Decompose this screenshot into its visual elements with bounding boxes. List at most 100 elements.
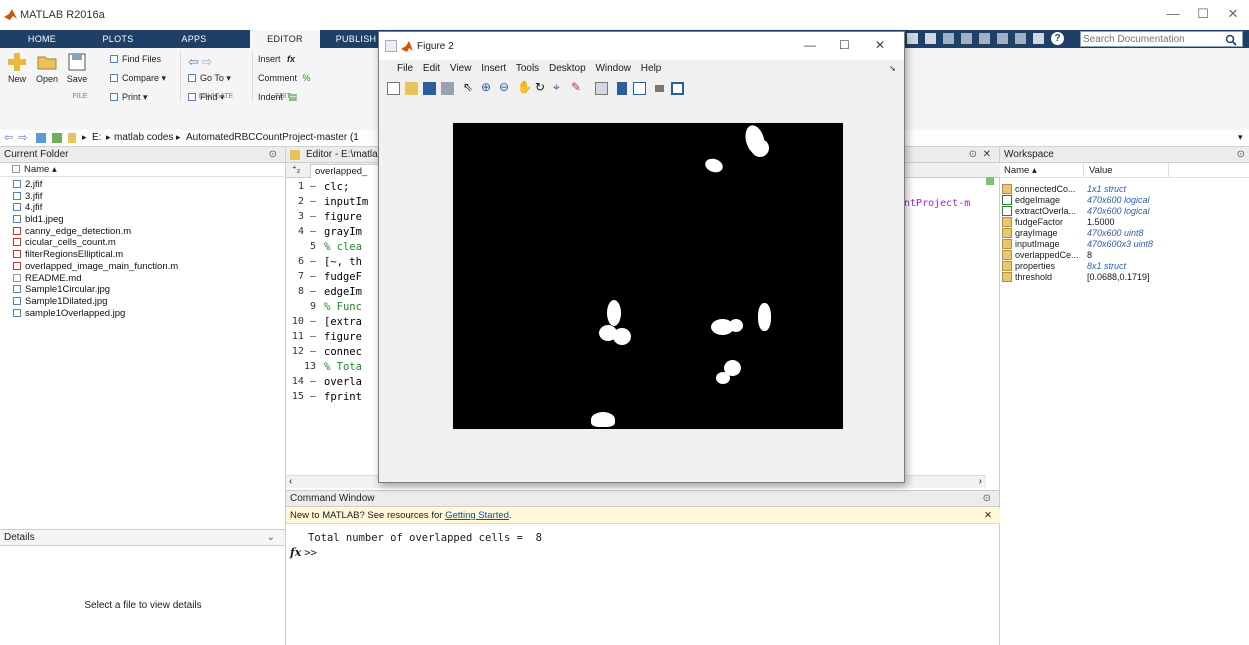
menu-tools[interactable]: Tools (516, 63, 539, 74)
find-files-button[interactable]: Find Files (110, 54, 161, 64)
legend-icon[interactable] (633, 82, 646, 95)
copy-icon[interactable] (961, 33, 972, 44)
save-button[interactable]: Save (62, 52, 92, 96)
code-line[interactable]: figure (324, 331, 362, 343)
forward-icon[interactable]: ⇨ (18, 131, 27, 144)
command-window-menu-icon[interactable]: ⊙ (983, 491, 991, 507)
menu-file[interactable]: File (397, 63, 413, 74)
open-file-icon[interactable] (405, 82, 418, 95)
save-quick-icon[interactable] (925, 33, 936, 44)
list-item[interactable]: 3.jfif (13, 191, 283, 203)
quick-access-icon[interactable] (907, 33, 918, 44)
up-folder-icon[interactable] (36, 133, 46, 143)
back-icon[interactable]: ⇦ (4, 131, 13, 144)
open-button[interactable]: Open (32, 52, 62, 96)
figure-system-icon[interactable] (385, 40, 397, 52)
getting-started-link[interactable]: Getting Started (445, 510, 509, 521)
list-item[interactable]: canny_edge_detection.m (13, 226, 283, 238)
browse-folder-icon[interactable] (52, 133, 62, 143)
code-line[interactable]: [extra (324, 316, 362, 328)
code-line[interactable]: grayIm (324, 226, 362, 238)
colorbar-icon[interactable] (617, 82, 627, 95)
search-documentation-field[interactable] (1080, 31, 1243, 47)
hide-plot-tools-icon[interactable] (655, 85, 664, 92)
path-drive[interactable]: E: (92, 132, 101, 143)
path-folder-project[interactable]: AutomatedRBCCountProject-master (1 (186, 132, 359, 143)
code-comment-line[interactable]: % Func (324, 301, 362, 313)
go-to-button[interactable]: Go To ▾ (188, 73, 231, 84)
compare-button[interactable]: Compare ▾ (110, 73, 166, 84)
insert-button[interactable]: Insert fx (258, 54, 295, 64)
new-figure-icon[interactable] (387, 82, 400, 95)
paste-icon[interactable] (979, 33, 990, 44)
workspace-menu-icon[interactable]: ⊙ (1237, 147, 1245, 163)
zoom-out-icon[interactable]: ⊖ (499, 80, 509, 94)
figure-image-axes[interactable] (453, 123, 843, 429)
brush-icon[interactable]: ✎ (571, 80, 581, 94)
close-button[interactable]: ✕ (1219, 6, 1247, 24)
new-button[interactable]: New (2, 52, 32, 96)
panel-menu-icon[interactable]: ⊙ (269, 147, 277, 163)
list-item[interactable]: cicular_cells_count.m (13, 237, 283, 249)
list-item[interactable]: 2.jfif (13, 179, 283, 191)
code-line[interactable]: inputIm (324, 196, 368, 208)
path-folder-matlab-codes[interactable]: matlab codes (114, 132, 173, 143)
save-figure-icon[interactable] (423, 82, 436, 95)
list-item[interactable]: bld1.jpeg (13, 214, 283, 226)
collapse-chevron-icon[interactable]: ⌄ (267, 530, 275, 546)
pan-icon[interactable]: ✋ (517, 80, 532, 94)
table-row[interactable]: fudgeFactor 1.5000 (1002, 217, 1247, 228)
command-prompt[interactable]: >> (304, 547, 317, 559)
comment-button[interactable]: Comment % (258, 73, 311, 83)
edit-plot-arrow-icon[interactable]: ⇖ (463, 80, 473, 94)
editor-menu-icon[interactable]: ⊙ (969, 147, 977, 163)
table-row[interactable]: inputImage 470x600x3 uint8 (1002, 239, 1247, 250)
zoom-in-icon[interactable]: ⊕ (481, 80, 491, 94)
list-item[interactable]: 4.jfif (13, 202, 283, 214)
table-row[interactable]: grayImage 470x600 uint8 (1002, 228, 1247, 239)
list-item[interactable]: README.md (13, 273, 283, 285)
table-row[interactable]: properties 8x1 struct (1002, 261, 1247, 272)
list-item[interactable]: Sample1Circular.jpg (13, 284, 283, 296)
figure-menu-dock-icon[interactable]: ➘ (889, 64, 896, 73)
forward-arrow-icon[interactable]: ⇨ (201, 54, 212, 69)
code-line[interactable]: fprint (324, 391, 362, 403)
menu-insert[interactable]: Insert (481, 63, 506, 74)
figure-maximize-button[interactable]: ☐ (839, 38, 850, 52)
tab-home[interactable]: HOME (12, 30, 72, 48)
show-plot-tools-icon[interactable] (671, 82, 684, 95)
tab-publish[interactable]: PUBLISH (326, 30, 386, 48)
rotate-3d-icon[interactable]: ↻ (535, 80, 545, 94)
back-arrow-icon[interactable]: ⇦ (188, 54, 199, 69)
new-tab-icon[interactable]: ⁺₂ (292, 164, 300, 175)
code-line[interactable]: edgeIm (324, 286, 362, 298)
workspace-col-value[interactable]: Value (1089, 163, 1113, 178)
file-list-header[interactable]: Name ▴ (0, 163, 286, 177)
figure-close-button[interactable]: ✕ (875, 38, 885, 52)
scroll-right-icon[interactable]: › (979, 476, 982, 487)
code-analyzer-indicator-icon[interactable] (986, 177, 994, 185)
fx-icon[interactable]: fx (290, 546, 301, 559)
code-line[interactable]: figure (324, 211, 362, 223)
list-item[interactable]: filterRegionsElliptical.m (13, 249, 283, 261)
scroll-left-icon[interactable]: ‹ (289, 476, 292, 487)
workspace-col-name[interactable]: Name ▴ (1004, 163, 1037, 178)
code-line[interactable]: clc; (324, 181, 349, 193)
menu-help[interactable]: Help (641, 63, 662, 74)
print-figure-icon[interactable] (441, 82, 454, 95)
table-row[interactable]: extractOverla... 470x600 logical (1002, 206, 1247, 217)
undo-icon[interactable] (997, 33, 1008, 44)
menu-view[interactable]: View (450, 63, 472, 74)
code-comment-line[interactable]: % Tota (324, 361, 362, 373)
redo-icon[interactable] (1015, 33, 1026, 44)
fx-insert-icon[interactable]: fx (287, 54, 295, 64)
menu-window[interactable]: Window (595, 63, 631, 74)
print-button[interactable]: Print ▾ (110, 92, 148, 103)
tab-apps[interactable]: APPS (164, 30, 224, 48)
minimize-button[interactable]: — (1159, 6, 1187, 24)
cut-icon[interactable] (943, 33, 954, 44)
code-line[interactable]: connec (324, 346, 362, 358)
code-line[interactable]: overla (324, 376, 362, 388)
link-plot-icon[interactable] (595, 82, 608, 95)
banner-close-icon[interactable]: ✕ (984, 508, 992, 524)
